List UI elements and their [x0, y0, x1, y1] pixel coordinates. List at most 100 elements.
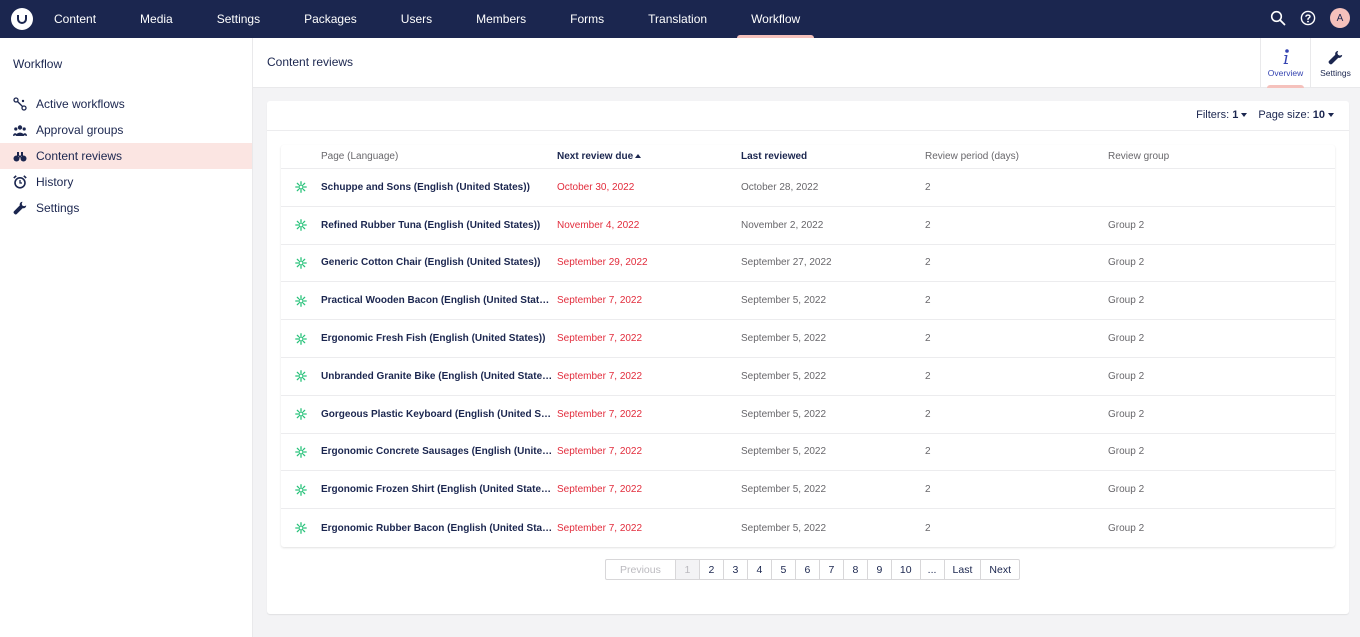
cell-review-group: Group 2 [1108, 522, 1145, 534]
sidebar-item-label: Content reviews [36, 149, 123, 163]
column-header-page[interactable]: Page (Language) [321, 151, 557, 162]
table-row[interactable]: Ergonomic Concrete Sausages (English (Un… [281, 434, 1335, 472]
cell-page[interactable]: Unbranded Granite Bike (English (United … [321, 371, 557, 382]
pagination-page-8[interactable]: 8 [844, 560, 868, 579]
filter-controls: Filters: 1 Page size: 10 [1196, 109, 1334, 121]
filters-dropdown[interactable]: Filters: 1 [1196, 109, 1248, 121]
cell-review-group: Group 2 [1108, 446, 1145, 458]
nav-translation[interactable]: Translation [626, 0, 729, 38]
pagination-page-7[interactable]: 7 [820, 560, 844, 579]
sidebar-item-label: Settings [36, 201, 80, 215]
table-row[interactable]: Ergonomic Rubber Bacon (English (United … [281, 509, 1335, 547]
pagination-page-4[interactable]: 4 [748, 560, 772, 579]
table-row[interactable]: Refined Rubber Tuna (English (United Sta… [281, 207, 1335, 245]
search-icon[interactable] [1270, 10, 1286, 26]
cell-last-reviewed: September 5, 2022 [741, 484, 827, 496]
nav-members[interactable]: Members [454, 0, 548, 38]
pagination-page-5[interactable]: 5 [772, 560, 796, 579]
cell-next-review-due: September 7, 2022 [557, 446, 643, 458]
nav-media[interactable]: Media [118, 0, 195, 38]
cell-last-reviewed: October 28, 2022 [741, 181, 819, 193]
pagination-page-6[interactable]: 6 [796, 560, 820, 579]
sidebar-item-settings[interactable]: Settings [0, 195, 252, 221]
document-icon [281, 219, 321, 232]
pagination-last[interactable]: Last [945, 560, 982, 579]
pagination-page-9[interactable]: 9 [868, 560, 892, 579]
column-header-next-review-due[interactable]: Next review due [557, 151, 741, 162]
table-row[interactable]: Ergonomic Frozen Shirt (English (United … [281, 471, 1335, 510]
sidebar-item-history[interactable]: History [0, 169, 252, 195]
sidebar-item-label: Active workflows [36, 97, 125, 111]
table-row[interactable]: Practical Wooden Bacon (English (United … [281, 282, 1335, 321]
caret-down-icon [1241, 113, 1248, 118]
pagination-previous[interactable]: Previous [606, 560, 676, 579]
tab-settings[interactable]: Settings [1310, 38, 1360, 88]
pagination-page-10[interactable]: 10 [892, 560, 921, 579]
help-icon[interactable] [1300, 10, 1316, 26]
cell-page[interactable]: Practical Wooden Bacon (English (United … [321, 295, 557, 306]
table-header: Page (Language) Next review due Last rev… [281, 145, 1335, 169]
pagination-page-1[interactable]: 1 [675, 560, 700, 579]
pagination-page-3[interactable]: 3 [724, 560, 748, 579]
cell-page[interactable]: Schuppe and Sons (English (United States… [321, 182, 557, 193]
cell-next-review-due: September 7, 2022 [557, 295, 643, 307]
caret-down-icon [1328, 113, 1334, 118]
table-row[interactable]: Unbranded Granite Bike (English (United … [281, 358, 1335, 396]
sidebar-item-active-workflows[interactable]: Active workflows [0, 91, 252, 117]
wrench-icon [13, 201, 27, 215]
tab-label: Overview [1267, 68, 1304, 78]
pagination-ellipsis[interactable]: ... [921, 560, 945, 579]
cell-next-review-due: October 30, 2022 [557, 181, 635, 193]
tab-overview[interactable]: Overview [1260, 38, 1310, 88]
cell-last-reviewed: September 5, 2022 [741, 522, 827, 534]
umbraco-logo-icon[interactable] [11, 8, 33, 30]
nav-settings[interactable]: Settings [195, 0, 282, 38]
document-icon [281, 370, 321, 383]
info-icon [1281, 48, 1291, 66]
cell-page[interactable]: Gorgeous Plastic Keyboard (English (Unit… [321, 409, 557, 420]
panel-toolbar: Filters: 1 Page size: 10 [267, 101, 1349, 131]
pagination-next[interactable]: Next [981, 560, 1019, 579]
table-row[interactable]: Generic Cotton Chair (English (United St… [281, 245, 1335, 283]
nav-users[interactable]: Users [379, 0, 454, 38]
sidebar: Workflow Active workflows Approval group… [0, 38, 253, 637]
table-row[interactable]: Schuppe and Sons (English (United States… [281, 169, 1335, 207]
page-title: Content reviews [267, 55, 354, 69]
wrench-icon [1328, 48, 1343, 66]
cell-page[interactable]: Generic Cotton Chair (English (United St… [321, 257, 557, 268]
nav-content[interactable]: Content [43, 0, 118, 38]
cell-next-review-due: September 29, 2022 [557, 257, 648, 269]
cell-review-period: 2 [925, 295, 931, 307]
document-icon [281, 332, 321, 345]
sidebar-tree: Active workflows Approval groups Content… [0, 91, 252, 221]
cell-review-period: 2 [925, 446, 931, 458]
cell-review-group: Group 2 [1108, 370, 1145, 382]
nav-workflow[interactable]: Workflow [729, 0, 822, 38]
pagination-page-2[interactable]: 2 [700, 560, 724, 579]
nav-forms[interactable]: Forms [548, 0, 626, 38]
table-row[interactable]: Ergonomic Fresh Fish (English (United St… [281, 320, 1335, 358]
user-avatar[interactable]: A [1330, 8, 1350, 28]
cell-page[interactable]: Ergonomic Fresh Fish (English (United St… [321, 333, 557, 344]
table-row[interactable]: Gorgeous Plastic Keyboard (English (Unit… [281, 396, 1335, 434]
sidebar-item-approval-groups[interactable]: Approval groups [0, 117, 252, 143]
page-size-dropdown[interactable]: Page size: 10 [1258, 109, 1334, 121]
cell-page[interactable]: Refined Rubber Tuna (English (United Sta… [321, 220, 557, 231]
cell-review-period: 2 [925, 408, 931, 420]
cell-review-period: 2 [925, 370, 931, 382]
cell-page[interactable]: Ergonomic Rubber Bacon (English (United … [321, 523, 557, 534]
content-reviews-panel: Filters: 1 Page size: 10 Page (Language)… [267, 101, 1349, 614]
cell-page[interactable]: Ergonomic Concrete Sausages (English (Un… [321, 446, 557, 457]
cell-last-reviewed: November 2, 2022 [741, 219, 824, 231]
top-navigation: Content Media Settings Packages Users Me… [0, 0, 1360, 38]
column-header-review-period[interactable]: Review period (days) [925, 151, 1108, 162]
table-body: Schuppe and Sons (English (United States… [281, 169, 1335, 547]
column-header-review-group[interactable]: Review group [1108, 151, 1308, 162]
binoculars-icon [13, 149, 27, 163]
cell-page[interactable]: Ergonomic Frozen Shirt (English (United … [321, 484, 557, 495]
cell-last-reviewed: September 5, 2022 [741, 333, 827, 345]
sidebar-item-content-reviews[interactable]: Content reviews [0, 143, 252, 169]
cell-review-period: 2 [925, 181, 931, 193]
nav-packages[interactable]: Packages [282, 0, 379, 38]
column-header-last-reviewed[interactable]: Last reviewed [741, 151, 925, 162]
